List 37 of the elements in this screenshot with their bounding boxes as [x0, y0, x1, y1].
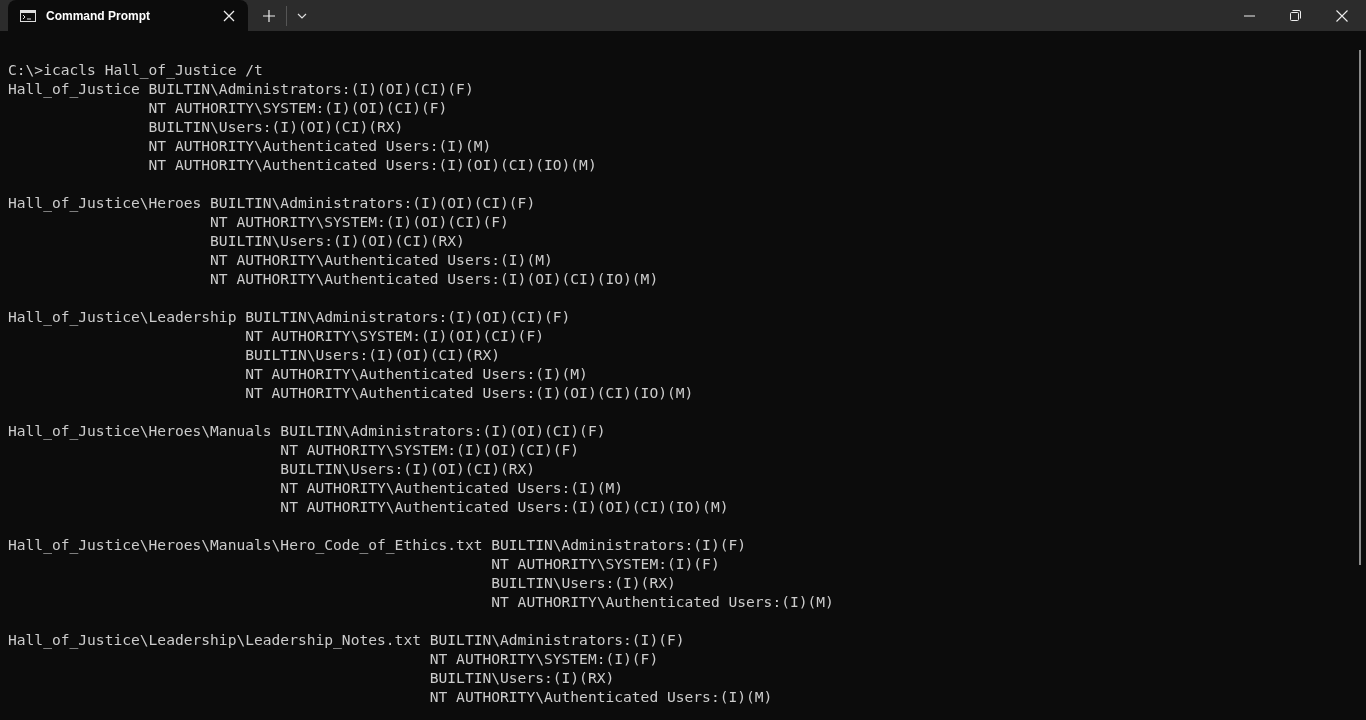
output-line: BUILTIN\Users:(I)(RX) — [491, 574, 676, 591]
output-line: BUILTIN\Users:(I)(OI)(CI)(RX) — [280, 460, 536, 477]
plus-icon[interactable] — [263, 9, 275, 22]
output-line: BUILTIN\Users:(I)(RX) — [429, 669, 615, 686]
command-line: C:\>icacls Hall_of_Justice /t — [8, 60, 264, 79]
output-line: Hall_of_Justice\Heroes\Manuals BUILTIN\Administrators:(I)(OI)(CI)(F) — [8, 422, 606, 439]
output-line: NT AUTHORITY\Authenticated Users:(I)(M) — [245, 365, 588, 382]
output-line: NT AUTHORITY\SYSTEM:(I)(OI)(CI)(F) — [245, 327, 544, 344]
output-line: NT AUTHORITY\Authenticated Users:(I)(OI)(CI)(IO)(M) — [245, 384, 694, 401]
close-icon[interactable] — [1336, 9, 1348, 22]
output-line: NT AUTHORITY\Authenticated Users:(I)(OI)(CI)(IO)(M) — [280, 498, 729, 515]
output-line: NT AUTHORITY\Authenticated Users:(I)(M) — [280, 479, 624, 496]
close-icon[interactable] — [223, 9, 235, 22]
output-line: NT AUTHORITY\SYSTEM:(I)(OI)(CI)(F) — [210, 213, 509, 230]
output-line: Hall_of_Justice\Heroes\Manuals\Hero_Code_of_Ethics.txt BUILTIN\Administrators:(I)(F) — [8, 536, 747, 553]
scrollbar-thumb[interactable] — [1359, 50, 1361, 565]
chevron-down-icon[interactable] — [297, 12, 307, 19]
output-line: NT AUTHORITY\Authenticated Users:(I)(M) — [429, 688, 773, 705]
output-line: BUILTIN\Users:(I)(OI)(CI)(RX) — [245, 346, 501, 363]
output-line: NT AUTHORITY\Authenticated Users:(I)(M) — [491, 593, 834, 610]
output-line: Hall_of_Justice\Leadership BUILTIN\Administrators:(I)(OI)(CI)(F) — [8, 308, 571, 325]
minimize-icon[interactable] — [1244, 14, 1255, 17]
output-line: Hall_of_Justice\Leadership\Leadership_Notes.txt BUILTIN\Administrators:(I)(F) — [8, 631, 685, 648]
output-line: BUILTIN\Users:(I)(OI)(CI)(RX) — [148, 118, 404, 135]
output-line: NT AUTHORITY\SYSTEM:(I)(OI)(CI)(F) — [280, 441, 580, 458]
output-line: NT AUTHORITY\SYSTEM:(I)(OI)(CI)(F) — [148, 99, 448, 116]
terminal-icon — [20, 9, 36, 22]
output-line: NT AUTHORITY\Authenticated Users:(I)(M) — [210, 251, 553, 268]
output-line: NT AUTHORITY\SYSTEM:(I)(F) — [429, 650, 659, 667]
output-line: BUILTIN\Users:(I)(OI)(CI)(RX) — [210, 232, 465, 249]
restore-icon[interactable] — [1290, 10, 1301, 21]
output-line: NT AUTHORITY\SYSTEM:(I)(F) — [491, 555, 720, 572]
output-line: NT AUTHORITY\Authenticated Users:(I)(OI)(CI)(IO)(M) — [148, 156, 597, 173]
output-line: NT AUTHORITY\Authenticated Users:(I)(OI)(CI)(IO)(M) — [210, 270, 659, 287]
output-line: NT AUTHORITY\Authenticated Users:(I)(M) — [148, 137, 492, 154]
output-line: Hall_of_Justice\Heroes BUILTIN\Administrators:(I)(OI)(CI)(F) — [8, 194, 536, 211]
output-line: Hall_of_Justice BUILTIN\Administrators:(I)(OI)(CI)(F) — [8, 80, 474, 97]
